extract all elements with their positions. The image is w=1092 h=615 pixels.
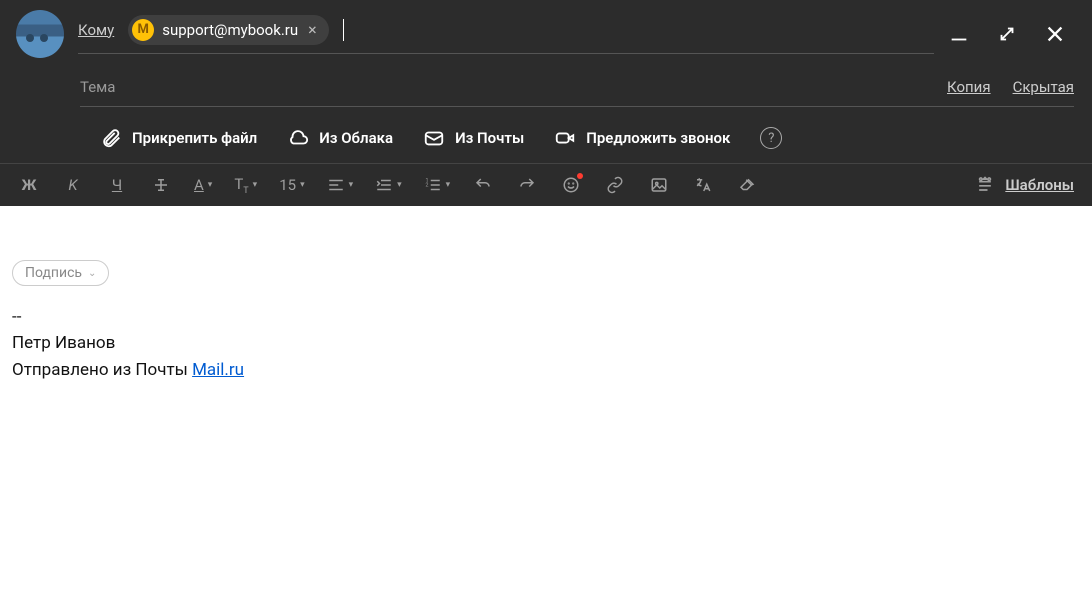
attach-mail-button[interactable]: Из Почты [423, 127, 524, 149]
signature-dropdown[interactable]: Подпись ⌄ [12, 260, 109, 286]
attach-cloud-label: Из Облака [319, 129, 393, 147]
redo-button[interactable] [516, 174, 538, 196]
eraser-icon [738, 176, 756, 194]
chevron-down-icon: ▾ [208, 180, 213, 190]
font-family-icon: TT [234, 175, 248, 196]
recipient-chip-remove-icon[interactable]: × [306, 20, 319, 39]
expand-icon[interactable] [996, 23, 1018, 45]
attach-file-button[interactable]: Прикрепить файл [100, 127, 257, 149]
paperclip-icon [100, 127, 122, 149]
text-color-icon: A [194, 176, 204, 194]
recipient-chip-avatar: М [132, 19, 154, 41]
strikethrough-button[interactable] [150, 174, 172, 196]
bold-button[interactable]: Ж [18, 174, 40, 196]
chevron-down-icon: ▾ [446, 180, 451, 190]
close-icon[interactable] [1044, 23, 1066, 45]
undo-icon [474, 176, 492, 194]
templates-button[interactable]: Шаблоны [975, 175, 1074, 195]
sender-avatar[interactable] [16, 10, 64, 58]
cloud-icon [287, 127, 309, 149]
undo-button[interactable] [472, 174, 494, 196]
to-field-area[interactable]: Кому М support@mybook.ru × [78, 15, 934, 54]
numbered-list-icon: 12 [424, 176, 442, 194]
chevron-down-icon: ▾ [349, 180, 354, 190]
insert-image-button[interactable] [648, 174, 670, 196]
list-button[interactable]: 12 ▾ [424, 174, 451, 196]
signature-sent-from: Отправлено из Почты Mail.ru [12, 357, 1080, 383]
recipient-row: Кому М support@mybook.ru × [0, 0, 1092, 68]
subject-row: Копия Скрытая [0, 68, 1092, 121]
chevron-down-icon: ⌄ [88, 268, 96, 279]
subject-area[interactable]: Копия Скрытая [80, 68, 1074, 107]
envelope-icon [423, 127, 445, 149]
signature-name: Петр Иванов [12, 330, 1080, 356]
image-icon [650, 176, 668, 194]
templates-icon [975, 175, 995, 195]
signature-label: Подпись [25, 265, 82, 281]
chevron-down-icon: ▾ [300, 180, 305, 190]
underline-button[interactable]: Ч [106, 174, 128, 196]
align-button[interactable]: ▾ [327, 174, 354, 196]
sent-from-prefix: Отправлено из Почты [12, 360, 192, 380]
video-icon [554, 127, 576, 149]
attach-mail-label: Из Почты [455, 129, 524, 147]
attach-cloud-button[interactable]: Из Облака [287, 127, 393, 149]
svg-text:2: 2 [425, 183, 428, 189]
translate-icon [694, 176, 712, 194]
emoji-button[interactable] [560, 174, 582, 196]
translate-button[interactable] [692, 174, 714, 196]
indent-button[interactable]: ▾ [375, 174, 402, 196]
italic-button[interactable]: K [62, 174, 84, 196]
redo-icon [518, 176, 536, 194]
smiley-icon [562, 176, 580, 194]
sent-from-link[interactable]: Mail.ru [192, 360, 244, 380]
cc-links: Копия Скрытая [947, 78, 1074, 96]
templates-label: Шаблоны [1005, 176, 1074, 194]
font-size-button[interactable]: 15 ▾ [279, 174, 304, 196]
strikethrough-icon [152, 176, 170, 194]
cc-link[interactable]: Копия [947, 78, 991, 96]
clear-format-button[interactable] [736, 174, 758, 196]
recipient-chip[interactable]: М support@mybook.ru × [128, 15, 328, 45]
propose-call-button[interactable]: Предложить звонок [554, 127, 730, 149]
signature-separator: -- [12, 304, 1080, 330]
font-size-value: 15 [279, 176, 296, 194]
text-color-button[interactable]: A ▾ [194, 174, 212, 196]
to-label[interactable]: Кому [78, 21, 114, 39]
minimize-icon[interactable] [948, 23, 970, 45]
recipient-chip-email: support@mybook.ru [162, 21, 298, 39]
to-input[interactable] [358, 21, 398, 39]
window-controls [948, 23, 1074, 45]
formatting-toolbar: Ж K Ч A ▾ TT ▾ 15 ▾ ▾ ▾ 12 ▾ [0, 163, 1092, 206]
chevron-down-icon: ▾ [397, 180, 402, 190]
help-icon[interactable]: ? [760, 127, 782, 149]
propose-call-label: Предложить звонок [586, 129, 730, 147]
bcc-link[interactable]: Скрытая [1013, 78, 1074, 96]
insert-link-button[interactable] [604, 174, 626, 196]
subject-input[interactable] [80, 78, 933, 96]
chevron-down-icon: ▾ [253, 180, 258, 190]
text-cursor [343, 19, 344, 41]
link-icon [606, 176, 624, 194]
compose-body[interactable]: Подпись ⌄ -- Петр Иванов Отправлено из П… [0, 206, 1092, 606]
font-family-button[interactable]: TT ▾ [234, 174, 257, 196]
attach-file-label: Прикрепить файл [132, 129, 257, 147]
indent-icon [375, 176, 393, 194]
align-left-icon [327, 176, 345, 194]
attachment-row: Прикрепить файл Из Облака Из Почты Предл… [0, 121, 1092, 163]
